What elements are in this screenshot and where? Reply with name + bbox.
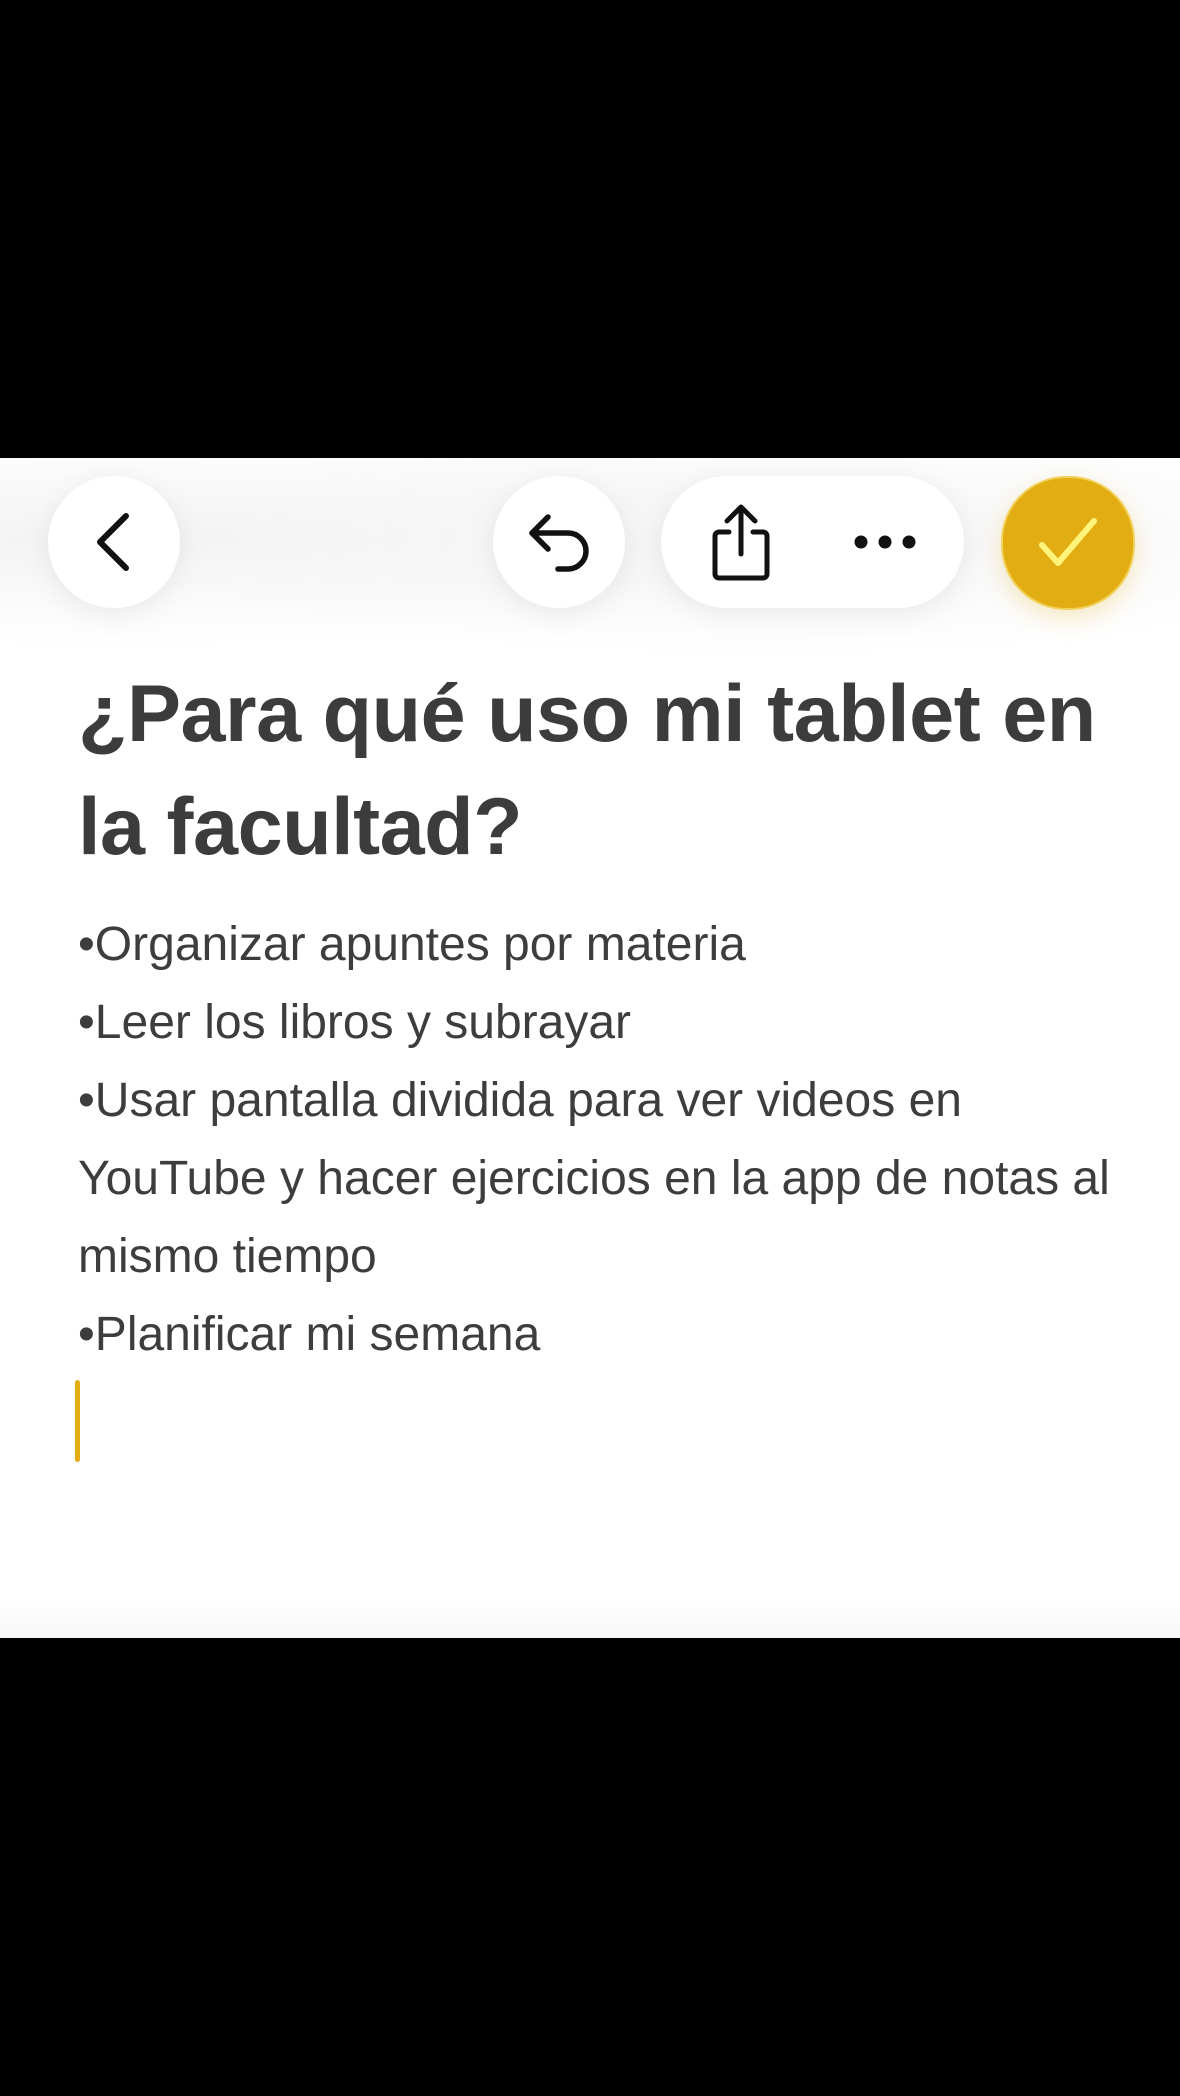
more-options-button[interactable] [815,476,955,608]
note-body[interactable]: •Organizar apuntes por materia •Leer los… [75,906,1118,1462]
back-button[interactable] [48,476,180,608]
note-bullet-item[interactable]: •Leer los libros y subrayar [78,984,1118,1062]
note-title[interactable]: ¿Para qué uso mi tablet en la facultad? [78,658,1118,884]
chevron-left-icon [97,513,129,571]
undo-arrow-icon [529,514,589,572]
undo-button[interactable] [493,476,625,608]
done-button[interactable] [1001,476,1135,610]
screenshot-frame: ¿Para qué uso mi tablet en la facultad? … [0,0,1180,2096]
note-bullet-item[interactable]: •Planificar mi semana [78,1296,1118,1374]
text-cursor [75,1380,80,1462]
ellipsis-icon [854,535,916,549]
share-icon [712,504,770,581]
note-content[interactable]: ¿Para qué uso mi tablet en la facultad? … [75,658,1118,1462]
share-button[interactable] [671,476,811,608]
note-editor-screen: ¿Para qué uso mi tablet en la facultad? … [0,458,1180,1638]
note-bullet-item[interactable]: •Organizar apuntes por materia [78,906,1118,984]
checkmark-icon [1039,518,1097,566]
note-bullet-item[interactable]: •Usar pantalla dividida para ver videos … [78,1062,1118,1296]
toolbar-action-group [661,476,964,608]
